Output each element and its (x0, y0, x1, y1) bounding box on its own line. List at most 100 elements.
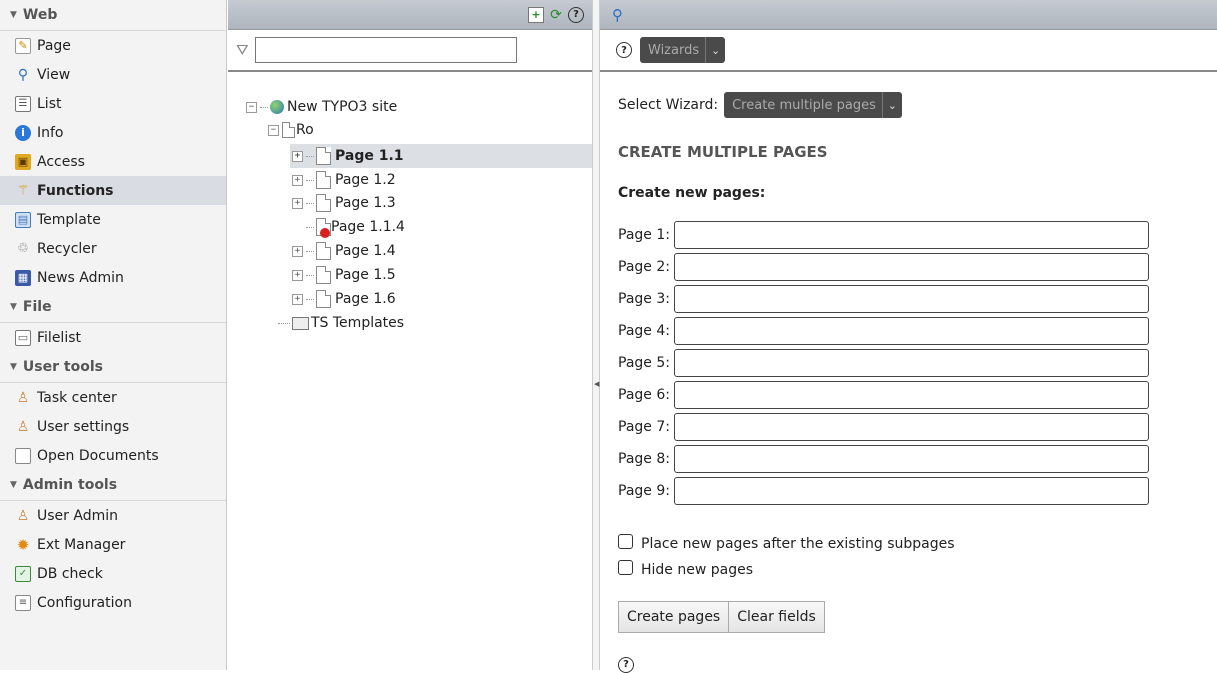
section-title: User tools (22, 359, 103, 375)
page-field-row: Page 5: (618, 347, 1198, 379)
template-icon: ▤ (15, 211, 31, 228)
menu-item-functions[interactable]: ⚚ Functions (0, 176, 226, 205)
ext-manager-icon: ✹ (16, 535, 30, 554)
tree-node-ro[interactable]: − Ro (268, 119, 314, 141)
page-field-label: Page 5: (618, 355, 670, 371)
help-icon[interactable]: ? (618, 656, 634, 673)
user-settings-icon: ♙ (16, 418, 30, 435)
tree-node-page-1-2[interactable]: + Page 1.2 (292, 169, 396, 191)
menu-item-recycler[interactable]: ♲ Recycler (0, 234, 226, 263)
page-field-label: Page 3: (618, 291, 670, 307)
section-user-tools-header[interactable]: ▼ User tools (0, 352, 226, 383)
tree-node-page-1-4[interactable]: + Page 1.4 (292, 240, 396, 262)
page-7-input[interactable] (673, 413, 1149, 441)
tree-connector (306, 298, 314, 300)
lock-icon: ▣ (15, 153, 31, 170)
collapse-toggle[interactable]: − (246, 101, 257, 113)
collapse-arrow-icon[interactable]: ◀ (594, 380, 599, 388)
menu-item-info[interactable]: i Info (0, 118, 226, 147)
help-icon[interactable]: ? (568, 6, 584, 23)
button-group: Create pages Clear fields (618, 601, 1198, 633)
menu-item-label: News Admin (37, 269, 124, 286)
menu-item-db-check[interactable]: ✓ DB check (0, 559, 226, 588)
refresh-icon[interactable]: ⟳ (548, 7, 564, 23)
hide-pages-option[interactable]: Hide new pages (618, 557, 1198, 583)
page-3-input[interactable] (673, 285, 1149, 313)
panel-splitter[interactable]: ◀ (592, 0, 600, 670)
expand-toggle[interactable]: + (292, 245, 303, 257)
page-4-input[interactable] (673, 317, 1149, 345)
expand-toggle[interactable]: + (292, 174, 303, 186)
tree-connector (306, 274, 314, 276)
tree-node-page-1-5[interactable]: + Page 1.5 (292, 264, 396, 286)
new-page-icon[interactable]: + (528, 6, 544, 23)
configuration-icon: ≡ (15, 594, 31, 611)
tree-node-ts-templates[interactable]: TS Templates (278, 312, 404, 334)
menu-item-ext-manager[interactable]: ✹ Ext Manager (0, 530, 226, 559)
tree-node-page-1-1-4[interactable]: Page 1.1.4 (292, 216, 405, 238)
place-after-option[interactable]: Place new pages after the existing subpa… (618, 531, 1198, 557)
wand-icon: ⚚ (16, 182, 30, 199)
page-1-input[interactable] (673, 221, 1149, 249)
menu-item-configuration[interactable]: ≡ Configuration (0, 588, 226, 617)
menu-item-access[interactable]: ▣ Access (0, 147, 226, 176)
page-9-input[interactable] (673, 477, 1149, 505)
expand-toggle[interactable]: + (292, 150, 303, 162)
wizards-select[interactable]: Wizards ⌄ (640, 37, 726, 63)
menu-item-label: Info (37, 124, 64, 141)
expand-toggle[interactable]: + (292, 293, 303, 305)
expand-toggle[interactable]: + (292, 269, 303, 281)
tree-node-page-1-1[interactable]: + Page 1.1 (292, 145, 404, 167)
page-field-label: Page 9: (618, 483, 670, 499)
tree-node-label: Page 1.3 (335, 195, 396, 211)
shortcut-page-icon (282, 122, 295, 138)
tree-connector (306, 179, 314, 181)
page-icon (316, 147, 331, 165)
page-5-input[interactable] (673, 349, 1149, 377)
tree-connector (306, 155, 314, 157)
option-label: Place new pages after the existing subpa… (641, 536, 955, 552)
page-6-input[interactable] (673, 381, 1149, 409)
page-2-input[interactable] (673, 253, 1149, 281)
section-admin-tools-header[interactable]: ▼ Admin tools (0, 470, 226, 501)
menu-item-user-settings[interactable]: ♙ User settings (0, 412, 226, 441)
create-pages-button[interactable]: Create pages (618, 601, 730, 633)
menu-item-page[interactable]: ✎ Page (0, 31, 226, 60)
menu-item-open-documents[interactable]: Open Documents (0, 441, 226, 470)
content-toolbar: ⚲ (600, 0, 1217, 30)
tree-node-root[interactable]: − New TYPO3 site (246, 96, 397, 118)
collapse-toggle[interactable]: − (268, 124, 279, 136)
menu-item-label: Page (37, 37, 71, 54)
tree-node-page-1-3[interactable]: + Page 1.3 (292, 192, 396, 214)
hide-pages-checkbox[interactable] (618, 559, 633, 575)
page-field-label: Page 6: (618, 387, 670, 403)
list-icon: ☰ (15, 95, 31, 112)
chevron-down-icon: ⌄ (705, 37, 725, 63)
menu-item-list[interactable]: ☰ List (0, 89, 226, 118)
section-file-header[interactable]: ▼ File (0, 292, 226, 323)
place-after-checkbox[interactable] (618, 533, 633, 549)
tree-node-label: Page 1.1.4 (331, 219, 405, 235)
magnifier-icon[interactable]: ⚲ (612, 6, 623, 24)
tree-connector (306, 226, 314, 228)
page-8-input[interactable] (673, 445, 1149, 473)
section-web-header[interactable]: ▼ Web (0, 0, 226, 31)
page-field-label: Page 7: (618, 419, 670, 435)
menu-item-user-admin[interactable]: ♙ User Admin (0, 501, 226, 530)
tree-filter-input[interactable] (254, 37, 517, 63)
menu-item-view[interactable]: ⚲ View (0, 60, 226, 89)
menu-item-template[interactable]: ▤ Template (0, 205, 226, 234)
tree-node-page-1-6[interactable]: + Page 1.6 (292, 288, 396, 310)
select-wizard-dropdown[interactable]: Create multiple pages ⌄ (724, 92, 902, 118)
section-title: Admin tools (22, 477, 118, 493)
collapse-icon: ▼ (10, 362, 17, 372)
help-icon[interactable]: ? (616, 42, 632, 58)
menu-item-filelist[interactable]: ▭ Filelist (0, 323, 226, 352)
menu-item-news-admin[interactable]: ▦ News Admin (0, 263, 226, 292)
page-icon (316, 266, 331, 284)
expand-toggle[interactable]: + (292, 197, 303, 209)
menu-item-task-center[interactable]: ♙ Task center (0, 383, 226, 412)
page-edit-icon: ✎ (15, 37, 31, 54)
clear-fields-button[interactable]: Clear fields (729, 601, 825, 633)
filter-icon[interactable]: ⛛ (236, 41, 249, 59)
